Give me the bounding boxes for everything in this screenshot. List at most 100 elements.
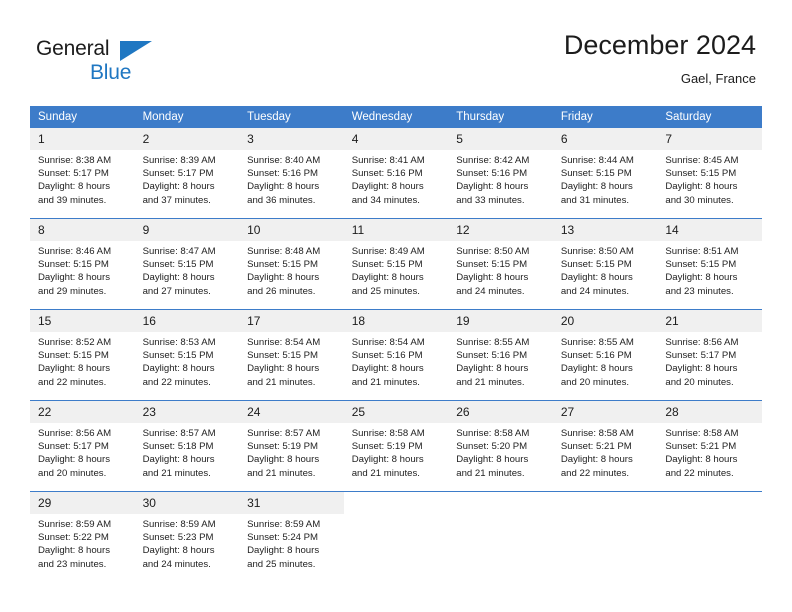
sunset-text: Sunset: 5:18 PM bbox=[142, 441, 214, 453]
sunset-text: Sunset: 5:15 PM bbox=[456, 259, 528, 271]
day-number: 17 bbox=[239, 310, 344, 332]
page-title: December 2024 bbox=[563, 30, 756, 60]
day-details: Sunrise: 8:59 AM Sunset: 5:22 PM Dayligh… bbox=[30, 514, 135, 582]
sunrise-text: Sunrise: 8:58 AM bbox=[665, 428, 739, 439]
daylight-text-2: and 34 minutes. bbox=[351, 194, 420, 206]
day-cell[interactable]: 16 Sunrise: 8:53 AM Sunset: 5:15 PM Dayl… bbox=[134, 309, 240, 401]
day-cell[interactable]: 14 Sunrise: 8:51 AM Sunset: 5:15 PM Dayl… bbox=[657, 218, 762, 310]
day-cell[interactable]: 31 Sunrise: 8:59 AM Sunset: 5:24 PM Dayl… bbox=[239, 491, 344, 582]
day-cell[interactable]: 26 Sunrise: 8:58 AM Sunset: 5:20 PM Dayl… bbox=[448, 400, 553, 492]
sunset-text: Sunset: 5:15 PM bbox=[560, 168, 632, 180]
day-cell[interactable]: 19 Sunrise: 8:55 AM Sunset: 5:16 PM Dayl… bbox=[448, 309, 553, 401]
day-details: Sunrise: 8:48 AM Sunset: 5:15 PM Dayligh… bbox=[239, 241, 344, 309]
sunrise-text: Sunrise: 8:57 AM bbox=[247, 428, 321, 439]
sunrise-text: Sunrise: 8:38 AM bbox=[38, 155, 112, 166]
day-number: 10 bbox=[239, 219, 344, 241]
day-cell[interactable]: 10 Sunrise: 8:48 AM Sunset: 5:15 PM Dayl… bbox=[239, 218, 344, 310]
day-details: Sunrise: 8:47 AM Sunset: 5:15 PM Dayligh… bbox=[135, 241, 240, 309]
day-cell[interactable]: 27 Sunrise: 8:58 AM Sunset: 5:21 PM Dayl… bbox=[552, 400, 658, 492]
day-cell[interactable]: 1 Sunrise: 8:38 AM Sunset: 5:17 PM Dayli… bbox=[30, 128, 135, 219]
day-cell[interactable]: 2 Sunrise: 8:39 AM Sunset: 5:17 PM Dayli… bbox=[134, 128, 240, 219]
day-cell[interactable]: 3 Sunrise: 8:40 AM Sunset: 5:16 PM Dayli… bbox=[239, 128, 344, 219]
sunrise-text: Sunrise: 8:57 AM bbox=[142, 428, 216, 439]
calendar-week-row: 15 Sunrise: 8:52 AM Sunset: 5:15 PM Dayl… bbox=[30, 309, 762, 401]
daylight-text-1: Daylight: 8 hours bbox=[38, 363, 110, 375]
daylight-text-2: and 21 minutes. bbox=[247, 376, 316, 388]
daylight-text-2: and 23 minutes. bbox=[38, 558, 107, 570]
day-details: Sunrise: 8:59 AM Sunset: 5:24 PM Dayligh… bbox=[239, 514, 344, 582]
daylight-text-1: Daylight: 8 hours bbox=[560, 454, 633, 466]
day-details: Sunrise: 8:57 AM Sunset: 5:19 PM Dayligh… bbox=[239, 423, 344, 491]
day-details bbox=[344, 514, 449, 582]
daylight-text-1: Daylight: 8 hours bbox=[142, 363, 215, 375]
sunrise-text: Sunrise: 8:48 AM bbox=[247, 246, 321, 257]
day-cell[interactable]: 13 Sunrise: 8:50 AM Sunset: 5:15 PM Dayl… bbox=[552, 218, 658, 310]
day-details: Sunrise: 8:52 AM Sunset: 5:15 PM Dayligh… bbox=[30, 332, 135, 400]
day-number: 19 bbox=[448, 310, 553, 332]
day-cell[interactable]: 20 Sunrise: 8:55 AM Sunset: 5:16 PM Dayl… bbox=[552, 309, 658, 401]
daylight-text-2: and 20 minutes. bbox=[665, 376, 734, 388]
day-number: 13 bbox=[552, 219, 658, 241]
sunset-text: Sunset: 5:15 PM bbox=[247, 259, 319, 271]
sunset-text: Sunset: 5:21 PM bbox=[665, 441, 737, 453]
weekday-header-monday: Monday bbox=[134, 106, 240, 128]
sunrise-text: Sunrise: 8:54 AM bbox=[247, 337, 321, 348]
calendar-header-row: Sunday Monday Tuesday Wednesday Thursday… bbox=[30, 106, 762, 128]
day-number: 14 bbox=[657, 219, 762, 241]
sunrise-text: Sunrise: 8:50 AM bbox=[560, 246, 634, 257]
day-number: 24 bbox=[239, 401, 344, 423]
sunrise-text: Sunrise: 8:58 AM bbox=[351, 428, 425, 439]
day-cell[interactable]: 11 Sunrise: 8:49 AM Sunset: 5:15 PM Dayl… bbox=[343, 218, 449, 310]
day-cell[interactable]: 6 Sunrise: 8:44 AM Sunset: 5:15 PM Dayli… bbox=[552, 128, 658, 219]
sunrise-text: Sunrise: 8:59 AM bbox=[38, 519, 112, 530]
day-cell[interactable]: 9 Sunrise: 8:47 AM Sunset: 5:15 PM Dayli… bbox=[134, 218, 240, 310]
day-cell[interactable]: 23 Sunrise: 8:57 AM Sunset: 5:18 PM Dayl… bbox=[134, 400, 240, 492]
day-cell[interactable]: 22 Sunrise: 8:56 AM Sunset: 5:17 PM Dayl… bbox=[30, 400, 135, 492]
sunset-text: Sunset: 5:16 PM bbox=[456, 168, 528, 180]
sunset-text: Sunset: 5:16 PM bbox=[351, 350, 423, 362]
sunrise-text: Sunrise: 8:56 AM bbox=[38, 428, 112, 439]
day-cell[interactable]: 7 Sunrise: 8:45 AM Sunset: 5:15 PM Dayli… bbox=[657, 128, 762, 219]
day-number: 20 bbox=[552, 310, 658, 332]
day-cell[interactable]: 21 Sunrise: 8:56 AM Sunset: 5:17 PM Dayl… bbox=[657, 309, 762, 401]
day-cell[interactable]: 29 Sunrise: 8:59 AM Sunset: 5:22 PM Dayl… bbox=[30, 491, 135, 582]
sunset-text: Sunset: 5:19 PM bbox=[247, 441, 319, 453]
daylight-text-1: Daylight: 8 hours bbox=[351, 272, 424, 284]
day-number: 26 bbox=[448, 401, 553, 423]
day-cell[interactable]: 15 Sunrise: 8:52 AM Sunset: 5:15 PM Dayl… bbox=[30, 309, 135, 401]
title-block: December 2024 Gael, France bbox=[564, 28, 756, 89]
day-number: 18 bbox=[343, 310, 449, 332]
daylight-text-2: and 25 minutes. bbox=[351, 285, 420, 297]
day-cell[interactable]: 17 Sunrise: 8:54 AM Sunset: 5:15 PM Dayl… bbox=[239, 309, 344, 401]
day-cell[interactable]: 8 Sunrise: 8:46 AM Sunset: 5:15 PM Dayli… bbox=[30, 218, 135, 310]
day-details: Sunrise: 8:59 AM Sunset: 5:23 PM Dayligh… bbox=[135, 514, 240, 582]
day-cell[interactable]: 24 Sunrise: 8:57 AM Sunset: 5:19 PM Dayl… bbox=[239, 400, 344, 492]
sunset-text: Sunset: 5:17 PM bbox=[142, 168, 214, 180]
daylight-text-2: and 30 minutes. bbox=[665, 194, 734, 206]
location-subtitle: Gael, France bbox=[680, 71, 756, 86]
day-cell[interactable]: 12 Sunrise: 8:50 AM Sunset: 5:15 PM Dayl… bbox=[448, 218, 553, 310]
daylight-text-1: Daylight: 8 hours bbox=[247, 363, 320, 375]
day-details bbox=[448, 514, 553, 582]
daylight-text-1: Daylight: 8 hours bbox=[142, 272, 215, 284]
daylight-text-2: and 24 minutes. bbox=[456, 285, 525, 297]
day-number: 28 bbox=[657, 401, 762, 423]
day-number: 22 bbox=[30, 401, 135, 423]
daylight-text-1: Daylight: 8 hours bbox=[247, 272, 320, 284]
sunset-text: Sunset: 5:16 PM bbox=[560, 350, 632, 362]
day-cell[interactable]: 25 Sunrise: 8:58 AM Sunset: 5:19 PM Dayl… bbox=[343, 400, 449, 492]
day-cell[interactable]: 5 Sunrise: 8:42 AM Sunset: 5:16 PM Dayli… bbox=[448, 128, 553, 219]
daylight-text-1: Daylight: 8 hours bbox=[665, 363, 738, 375]
day-cell[interactable]: 4 Sunrise: 8:41 AM Sunset: 5:16 PM Dayli… bbox=[343, 128, 449, 219]
day-cell[interactable]: 30 Sunrise: 8:59 AM Sunset: 5:23 PM Dayl… bbox=[134, 491, 240, 582]
sunset-text: Sunset: 5:17 PM bbox=[665, 350, 737, 362]
day-number: 23 bbox=[134, 401, 240, 423]
day-cell-empty bbox=[448, 491, 553, 582]
daylight-text-2: and 21 minutes. bbox=[456, 376, 525, 388]
general-blue-logo[interactable]: General Blue bbox=[36, 36, 236, 88]
day-details: Sunrise: 8:42 AM Sunset: 5:16 PM Dayligh… bbox=[448, 150, 553, 218]
day-details: Sunrise: 8:56 AM Sunset: 5:17 PM Dayligh… bbox=[30, 423, 135, 491]
sunrise-text: Sunrise: 8:40 AM bbox=[247, 155, 321, 166]
day-cell[interactable]: 28 Sunrise: 8:58 AM Sunset: 5:21 PM Dayl… bbox=[657, 400, 762, 492]
day-cell[interactable]: 18 Sunrise: 8:54 AM Sunset: 5:16 PM Dayl… bbox=[343, 309, 449, 401]
